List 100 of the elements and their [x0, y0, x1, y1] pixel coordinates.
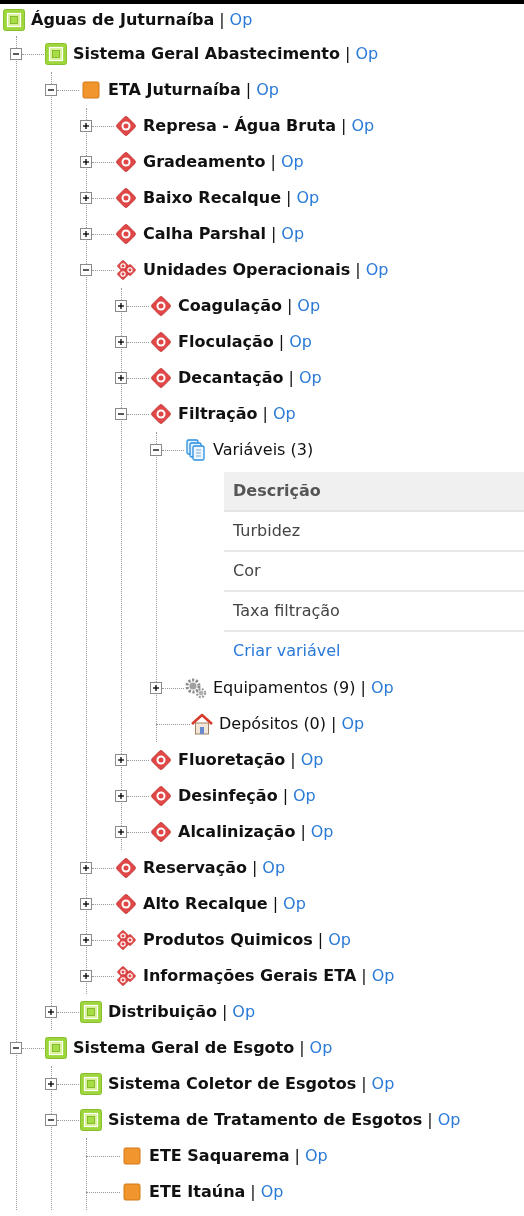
- node-label: Sistema de Tratamento de Esgotos: [108, 1109, 423, 1131]
- node-label: Reservação: [143, 857, 247, 879]
- node-label: ETE Saquarema: [149, 1145, 290, 1167]
- expand-toggle[interactable]: [115, 372, 127, 384]
- expand-toggle[interactable]: [80, 228, 92, 240]
- op-link[interactable]: Op: [351, 114, 375, 138]
- collapse-toggle[interactable]: [115, 408, 127, 420]
- op-link[interactable]: Op: [437, 1108, 461, 1132]
- expand-toggle[interactable]: [115, 300, 127, 312]
- documents-icon: [184, 438, 208, 462]
- op-link[interactable]: Op: [304, 1144, 328, 1168]
- plus-icon: [82, 900, 90, 908]
- node-label: Coagulação: [178, 295, 282, 317]
- node-label: Sistema Geral Abastecimento: [73, 43, 340, 65]
- separator: |: [250, 1181, 256, 1203]
- expand-toggle[interactable]: [45, 1006, 57, 1018]
- collapse-toggle[interactable]: [150, 444, 162, 456]
- plus-icon: [82, 158, 90, 166]
- minus-icon: [47, 86, 55, 94]
- node-label: Fluoretação: [178, 749, 286, 771]
- expand-toggle[interactable]: [80, 898, 92, 910]
- create-variable-link[interactable]: Criar variável: [233, 639, 341, 663]
- nested-squares-icon: [44, 1036, 68, 1060]
- op-link[interactable]: Op: [280, 150, 304, 174]
- op-link[interactable]: Op: [371, 1072, 395, 1096]
- plus-icon: [47, 1008, 55, 1016]
- separator: |: [361, 965, 367, 987]
- expand-toggle[interactable]: [80, 970, 92, 982]
- collapse-toggle[interactable]: [80, 264, 92, 276]
- minus-icon: [152, 446, 160, 454]
- plus-icon: [152, 684, 160, 692]
- diamonds-icon: [114, 964, 138, 988]
- op-link[interactable]: Op: [371, 964, 395, 988]
- op-link[interactable]: Op: [297, 294, 321, 318]
- op-link[interactable]: Op: [260, 1180, 284, 1204]
- node-label: Unidades Operacionais: [143, 259, 351, 281]
- separator: |: [317, 929, 324, 951]
- op-link[interactable]: Op: [328, 928, 351, 952]
- collapse-toggle[interactable]: [10, 48, 22, 60]
- expand-toggle[interactable]: [80, 192, 92, 204]
- op-link[interactable]: Op: [309, 1036, 333, 1060]
- minus-icon: [117, 410, 125, 418]
- separator: |: [341, 115, 347, 137]
- expand-toggle[interactable]: [115, 790, 127, 802]
- expand-toggle[interactable]: [150, 682, 162, 694]
- op-link[interactable]: Op: [298, 366, 322, 390]
- expand-toggle[interactable]: [80, 156, 92, 168]
- collapse-toggle[interactable]: [10, 1042, 22, 1054]
- op-link[interactable]: Op: [355, 42, 379, 66]
- expand-toggle[interactable]: [80, 862, 92, 874]
- op-link[interactable]: Op: [272, 402, 296, 426]
- op-link[interactable]: Op: [262, 856, 286, 880]
- op-link[interactable]: Op: [310, 820, 334, 844]
- expand-toggle[interactable]: [80, 120, 92, 132]
- plus-icon: [117, 756, 125, 764]
- node-label: Floculação: [178, 331, 274, 353]
- expand-toggle[interactable]: [115, 754, 127, 766]
- op-link[interactable]: Op: [370, 676, 394, 700]
- op-link[interactable]: Op: [256, 78, 279, 102]
- op-link[interactable]: Op: [232, 1000, 256, 1024]
- expand-toggle[interactable]: [115, 336, 127, 348]
- expand-toggle[interactable]: [45, 1078, 57, 1090]
- op-link[interactable]: Op: [289, 330, 312, 354]
- op-link[interactable]: Op: [229, 8, 253, 32]
- nested-squares-icon: [79, 1072, 103, 1096]
- op-link[interactable]: Op: [281, 222, 305, 246]
- node-label: Equipamentos (9): [213, 677, 356, 699]
- separator: |: [245, 79, 252, 101]
- op-link[interactable]: Op: [296, 186, 320, 210]
- op-link[interactable]: Op: [365, 258, 389, 282]
- square-icon: [120, 1180, 144, 1204]
- separator: |: [360, 677, 366, 699]
- collapse-toggle[interactable]: [45, 84, 57, 96]
- table-cell: Cor: [224, 552, 524, 592]
- op-link[interactable]: Op: [283, 892, 306, 916]
- separator: |: [355, 259, 361, 281]
- op-link[interactable]: Op: [293, 784, 316, 808]
- separator: |: [282, 785, 288, 807]
- column-header: Descrição: [224, 472, 524, 512]
- collapse-toggle[interactable]: [45, 1114, 57, 1126]
- node-label: Filtração: [178, 403, 258, 425]
- op-link[interactable]: Op: [300, 748, 324, 772]
- diamonds-icon: [114, 928, 138, 952]
- node-label: Desinfeção: [178, 785, 278, 807]
- separator: |: [251, 857, 258, 879]
- plus-icon: [117, 792, 125, 800]
- node-label: Calha Parshal: [143, 223, 266, 245]
- diamonds-icon: [114, 258, 138, 282]
- node-label: Sistema Coletor de Esgotos: [108, 1073, 357, 1095]
- plus-icon: [117, 302, 125, 310]
- op-link[interactable]: Op: [341, 712, 365, 736]
- expand-toggle[interactable]: [80, 934, 92, 946]
- minus-icon: [47, 1116, 55, 1124]
- expand-toggle[interactable]: [115, 826, 127, 838]
- plus-icon: [82, 864, 90, 872]
- separator: |: [286, 295, 293, 317]
- node-label: Informações Gerais ETA: [143, 965, 357, 987]
- separator: |: [221, 1001, 228, 1023]
- table-cell: Turbidez: [224, 512, 524, 552]
- separator: |: [262, 403, 268, 425]
